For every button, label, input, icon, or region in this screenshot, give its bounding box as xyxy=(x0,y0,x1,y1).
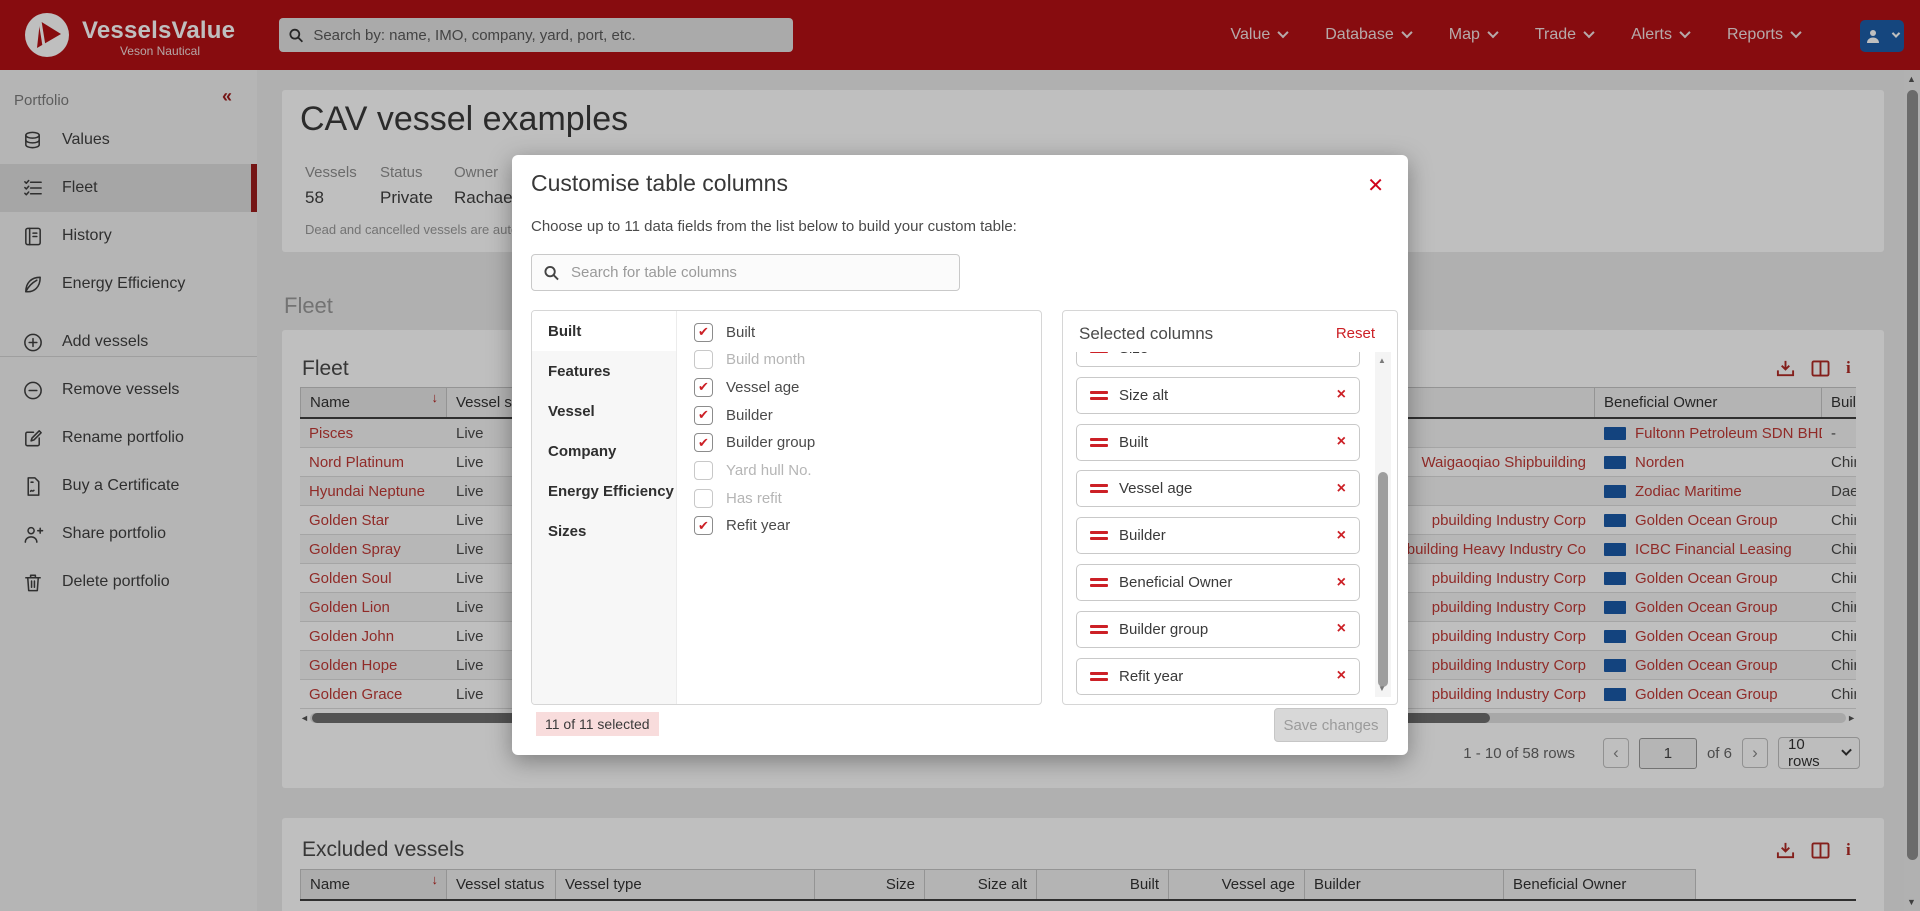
category-tab-vessel[interactable]: Vessel xyxy=(532,391,676,431)
checkbox-icon[interactable] xyxy=(694,350,713,369)
selected-columns-list: Size × Size alt × Built × Vessel age × B… xyxy=(1064,352,1374,697)
modal-subtitle: Choose up to 11 data fields from the lis… xyxy=(531,218,1017,235)
category-tab-company[interactable]: Company xyxy=(532,431,676,471)
checkbox-icon[interactable]: ✔ xyxy=(694,433,713,452)
drag-handle-icon[interactable] xyxy=(1090,391,1108,400)
column-search-input[interactable] xyxy=(569,263,947,282)
selected-columns-panel: Selected columns Reset Size × Size alt ×… xyxy=(1062,310,1398,705)
selected-column-vessel-age[interactable]: Vessel age × xyxy=(1076,470,1360,507)
drag-handle-icon[interactable] xyxy=(1090,531,1108,540)
column-search[interactable] xyxy=(531,254,960,291)
remove-column-icon[interactable]: × xyxy=(1337,352,1346,358)
scroll-up-icon[interactable]: ▲ xyxy=(1378,356,1386,365)
reset-link[interactable]: Reset xyxy=(1336,325,1375,342)
category-tab-energy-efficiency[interactable]: Energy Efficiency xyxy=(532,471,676,511)
drag-handle-icon[interactable] xyxy=(1090,438,1108,447)
drag-handle-icon[interactable] xyxy=(1090,672,1108,681)
scroll-down-icon[interactable]: ▼ xyxy=(1378,684,1386,693)
app-root: VesselsValue Veson Nautical ValueDatabas… xyxy=(0,0,1920,911)
field-checkbox-has-refit[interactable]: Has refit xyxy=(694,489,1041,507)
selected-list-scrollbar[interactable]: ▲ ▼ xyxy=(1375,352,1391,697)
checkbox-icon[interactable]: ✔ xyxy=(694,323,713,342)
selection-count-badge: 11 of 11 selected xyxy=(536,712,659,736)
field-checkbox-builder[interactable]: ✔Builder xyxy=(694,406,1041,424)
remove-column-icon[interactable]: × xyxy=(1337,667,1346,685)
drag-handle-icon[interactable] xyxy=(1090,352,1108,353)
field-checkbox-yard-hull-no-[interactable]: Yard hull No. xyxy=(694,461,1041,479)
checkbox-icon[interactable]: ✔ xyxy=(694,516,713,535)
selected-column-builder-group[interactable]: Builder group × xyxy=(1076,611,1360,648)
category-tab-features[interactable]: Features xyxy=(532,351,676,391)
customise-columns-modal: Customise table columns ✕ Choose up to 1… xyxy=(512,155,1408,755)
remove-column-icon[interactable]: × xyxy=(1337,620,1346,638)
field-checkbox-built[interactable]: ✔Built xyxy=(694,323,1041,341)
remove-column-icon[interactable]: × xyxy=(1337,433,1346,451)
selected-column-size-alt[interactable]: Size alt × xyxy=(1076,377,1360,414)
field-checkbox-refit-year[interactable]: ✔Refit year xyxy=(694,517,1041,535)
checkbox-icon[interactable] xyxy=(694,461,713,480)
save-changes-button[interactable]: Save changes xyxy=(1274,708,1388,742)
field-checkbox-builder-group[interactable]: ✔Builder group xyxy=(694,434,1041,452)
selected-column-beneficial-owner[interactable]: Beneficial Owner × xyxy=(1076,564,1360,601)
checkbox-icon[interactable]: ✔ xyxy=(694,378,713,397)
modal-title: Customise table columns xyxy=(531,170,788,197)
selected-column-built[interactable]: Built × xyxy=(1076,424,1360,461)
field-checkbox-build-month[interactable]: Build month xyxy=(694,351,1041,369)
sel-scroll-thumb[interactable] xyxy=(1378,472,1388,687)
category-tab-sizes[interactable]: Sizes xyxy=(532,511,676,551)
category-tab-built[interactable]: Built xyxy=(532,311,676,351)
category-list: BuiltFeaturesVesselCompanyEnergy Efficie… xyxy=(532,311,677,704)
checkbox-icon[interactable] xyxy=(694,489,713,508)
remove-column-icon[interactable]: × xyxy=(1337,574,1346,592)
remove-column-icon[interactable]: × xyxy=(1337,386,1346,404)
checkbox-icon[interactable]: ✔ xyxy=(694,406,713,425)
close-icon[interactable]: ✕ xyxy=(1367,173,1384,198)
selected-column-refit-year[interactable]: Refit year × xyxy=(1076,658,1360,695)
drag-handle-icon[interactable] xyxy=(1090,484,1108,493)
drag-handle-icon[interactable] xyxy=(1090,578,1108,587)
remove-column-icon[interactable]: × xyxy=(1337,527,1346,545)
selected-column-size[interactable]: Size × xyxy=(1076,352,1360,367)
selected-column-builder[interactable]: Builder × xyxy=(1076,517,1360,554)
field-checkbox-vessel-age[interactable]: ✔Vessel age xyxy=(694,378,1041,396)
search-icon xyxy=(544,265,559,281)
remove-column-icon[interactable]: × xyxy=(1337,480,1346,498)
fields-panel: BuiltFeaturesVesselCompanyEnergy Efficie… xyxy=(531,310,1042,705)
field-checkbox-list: ✔Built Build month ✔Vessel age ✔Builder ✔Bui… xyxy=(677,311,1041,704)
selected-columns-heading: Selected columns xyxy=(1079,324,1213,344)
drag-handle-icon[interactable] xyxy=(1090,625,1108,634)
